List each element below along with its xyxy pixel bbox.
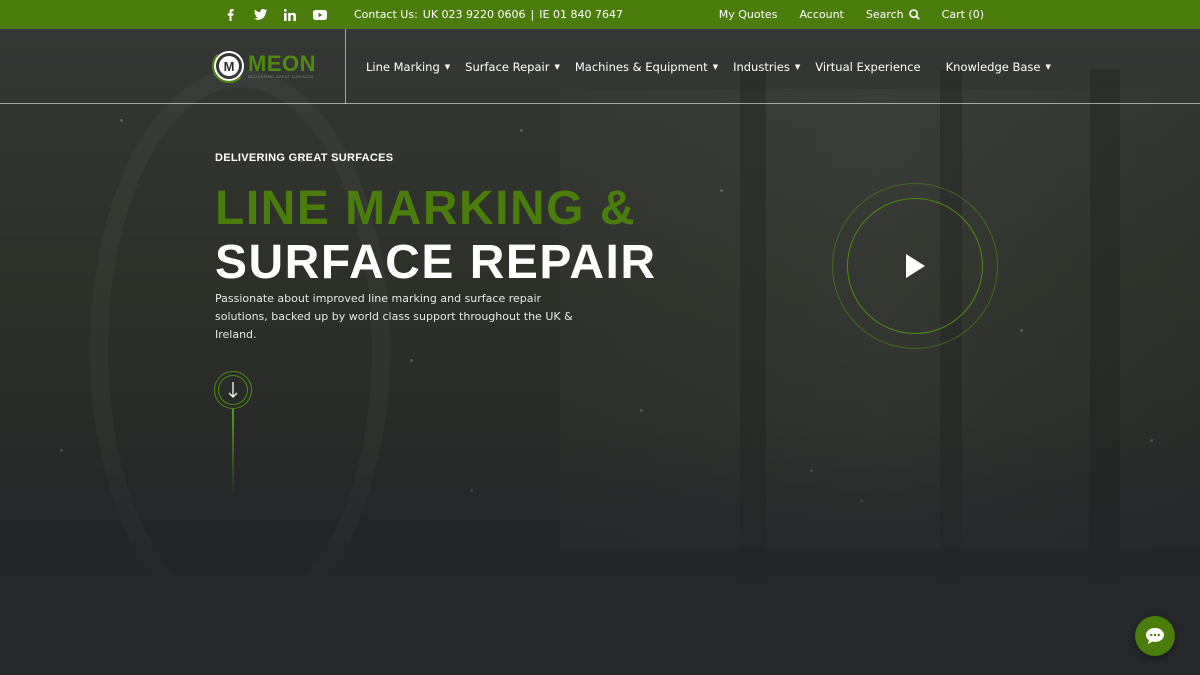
nav-divider: [345, 29, 346, 104]
arrow-down-icon: [228, 382, 238, 398]
chat-icon: [1146, 628, 1164, 644]
hero-background: [0, 29, 1200, 675]
hero-overlay: [0, 29, 1200, 675]
hero-kicker: DELIVERING GREAT SURFACES: [215, 152, 394, 164]
nav-item-label: Knowledge Base: [945, 59, 1041, 74]
logo-wordmark: MEON: [248, 51, 316, 76]
search-button[interactable]: Search: [866, 8, 920, 21]
chat-button[interactable]: [1135, 616, 1175, 656]
nav-item-label: Virtual Experience: [815, 59, 921, 74]
facebook-icon[interactable]: [222, 7, 238, 23]
contact-info: Contact Us: UK 023 9220 0606 | IE 01 840…: [354, 0, 628, 29]
nav-item-label: Machines & Equipment: [574, 59, 708, 74]
caret-down-icon: ▼: [554, 62, 560, 71]
nav-item-knowledge-base[interactable]: Knowledge Base ▼: [946, 60, 1051, 74]
twitter-icon[interactable]: [252, 7, 268, 23]
ie-phone-link[interactable]: IE 01 840 7647: [539, 8, 623, 21]
hero-title-line1: LINE MARKING &: [215, 182, 636, 235]
logo-badge-icon: M: [212, 49, 246, 83]
hero-description: Passionate about improved line marking a…: [215, 292, 573, 341]
linkedin-icon[interactable]: [282, 7, 298, 23]
account-link[interactable]: Account: [799, 8, 843, 21]
main-navbar: M MEON DELIVERING GREAT SURFACES Line Ma…: [0, 29, 1200, 104]
nav-item-industries[interactable]: Industries ▼: [733, 60, 800, 74]
nav-item-virtual-experience[interactable]: Virtual Experience: [815, 60, 920, 74]
caret-down-icon: ▼: [712, 62, 719, 71]
cart-link[interactable]: Cart (0): [942, 8, 984, 21]
nav-item-label: Surface Repair: [465, 59, 550, 74]
caret-down-icon: ▼: [794, 62, 801, 71]
search-label: Search: [865, 8, 904, 21]
phone-separator: |: [530, 8, 535, 21]
youtube-icon[interactable]: [312, 7, 328, 23]
scroll-indicator-line: [232, 409, 234, 494]
primary-nav: Line Marking ▼ Surface Repair ▼ Machines &…: [366, 29, 1051, 104]
logo-tagline: DELIVERING GREAT SURFACES: [248, 75, 314, 79]
nav-item-label: Line Marking: [366, 59, 440, 74]
hero-title-line2: SURFACE REPAIR: [215, 236, 657, 289]
my-quotes-link[interactable]: My Quotes: [719, 8, 778, 21]
top-bar: Contact Us: UK 023 9220 0606 | IE 01 840…: [0, 0, 1200, 29]
logo[interactable]: M MEON DELIVERING GREAT SURFACES: [212, 49, 316, 83]
search-icon: [908, 9, 920, 20]
social-links: [222, 0, 328, 29]
nav-item-label: Industries: [733, 59, 790, 74]
account-links: My Quotes Account Search Cart (0): [719, 0, 984, 29]
scroll-down-button[interactable]: [214, 371, 252, 409]
play-icon: [906, 254, 925, 278]
nav-item-surface-repair[interactable]: Surface Repair ▼: [465, 60, 560, 74]
play-video-button[interactable]: [847, 198, 983, 334]
contact-label: Contact Us:: [354, 8, 418, 21]
caret-down-icon: ▼: [444, 62, 451, 71]
caret-down-icon: ▼: [1045, 62, 1051, 71]
nav-item-line-marking[interactable]: Line Marking ▼: [366, 60, 450, 74]
uk-phone-link[interactable]: UK 023 9220 0606: [423, 8, 526, 21]
nav-item-machines-equipment[interactable]: Machines & Equipment ▼: [575, 60, 718, 74]
